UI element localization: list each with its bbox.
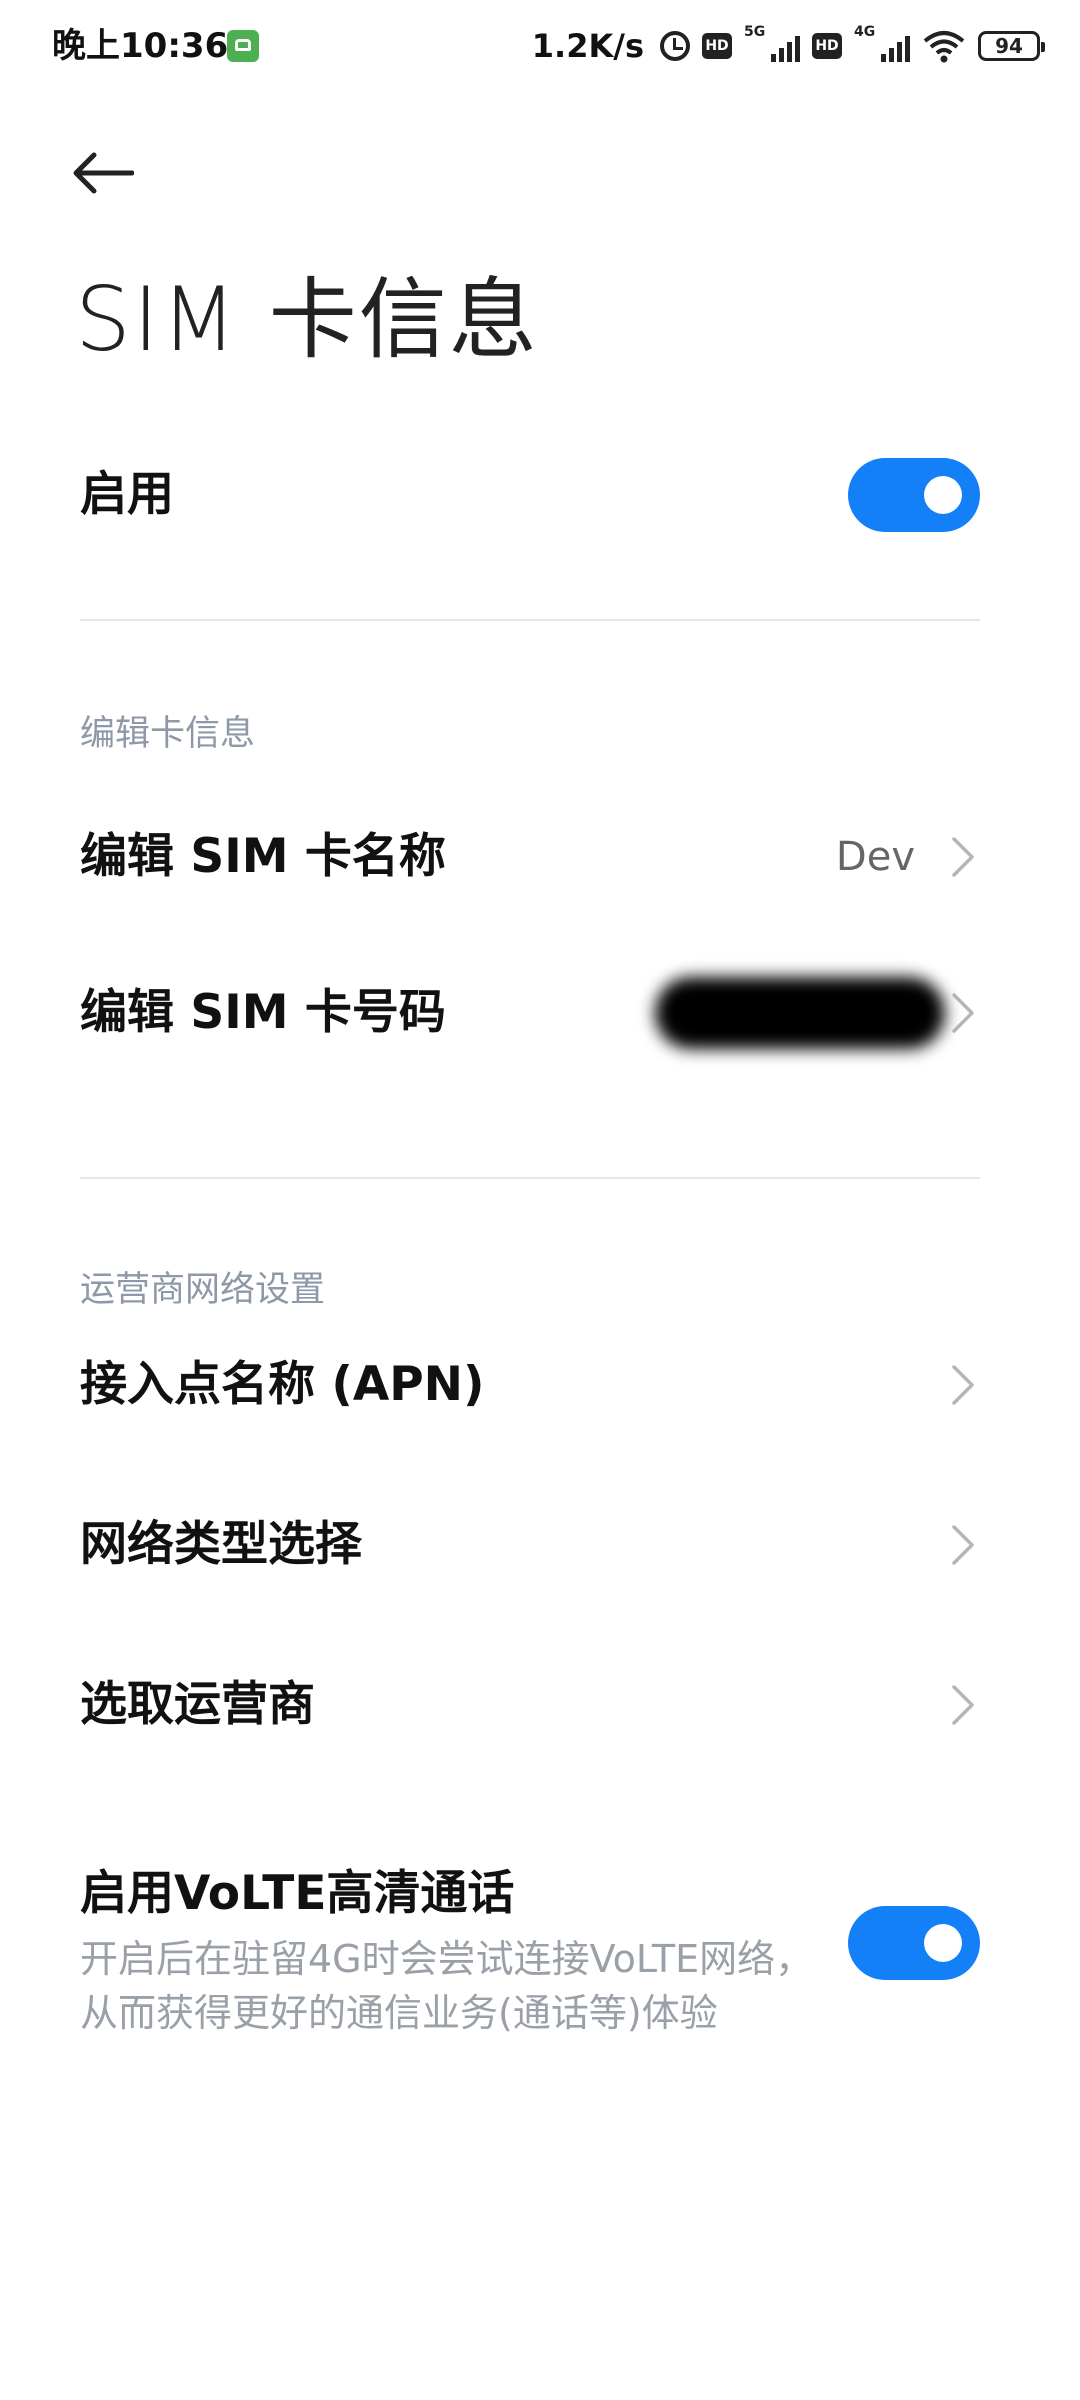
enable-toggle[interactable]: [848, 458, 980, 532]
divider: [80, 619, 980, 621]
signal-icon: 4G: [854, 24, 910, 64]
select-carrier-label: 选取运营商: [80, 1677, 315, 1732]
chevron-right-icon: [950, 1683, 976, 1727]
volte-description: 开启后在驻留4G时会尝试连接VoLTE网络，从而获得更好的通信业务(通话等)体验: [80, 1937, 814, 2035]
battery-icon: 94: [978, 31, 1045, 61]
select-carrier-row[interactable]: 选取运营商: [80, 1670, 980, 1740]
arrow-left-icon: [70, 151, 135, 199]
wifi-icon: [922, 28, 966, 64]
volte-toggle[interactable]: [848, 1906, 980, 1980]
enable-row[interactable]: 启用: [80, 455, 980, 535]
divider: [80, 1177, 980, 1179]
volte-label: 启用VoLTE高清通话: [80, 1866, 515, 1921]
chevron-right-icon: [950, 1363, 976, 1407]
section-header-carrier-network: 运营商网络设置: [80, 1270, 326, 1310]
page-title: SIM 卡信息: [75, 268, 539, 371]
apn-row[interactable]: 接入点名称 (APN): [80, 1350, 980, 1420]
enable-label: 启用: [80, 467, 174, 522]
status-bar: 晚上10:36 1.2K/s HD 5G HD 4G 94: [0, 0, 1080, 92]
chevron-right-icon: [950, 835, 976, 879]
chevron-right-icon: [950, 1523, 976, 1567]
hd-icon: HD: [702, 33, 732, 59]
chevron-right-icon: [950, 991, 976, 1035]
status-time: 晚上10:36: [52, 26, 229, 66]
apn-label: 接入点名称 (APN): [80, 1357, 485, 1412]
edit-sim-number-label: 编辑 SIM 卡号码: [80, 985, 446, 1040]
app-notification-icon: [227, 30, 259, 62]
redacted-phone-number: [655, 977, 945, 1049]
sim-name-value: Dev: [835, 834, 915, 880]
network-speed: 1.2K/s: [531, 27, 644, 65]
sim2-network-label: 4G: [854, 24, 876, 40]
hd-icon: HD: [812, 33, 842, 59]
status-icons: 1.2K/s HD 5G HD 4G 94: [531, 22, 1045, 70]
edit-sim-number-row[interactable]: 编辑 SIM 卡号码: [80, 977, 980, 1049]
section-header-edit-card-info: 编辑卡信息: [80, 714, 256, 754]
network-type-label: 网络类型选择: [80, 1517, 362, 1572]
sim1-network-label: 5G: [744, 24, 766, 40]
signal-icon: 5G: [744, 24, 800, 64]
edit-sim-name-row[interactable]: 编辑 SIM 卡名称 Dev: [80, 822, 980, 892]
alarm-icon: [660, 31, 690, 61]
back-button[interactable]: [70, 140, 160, 210]
edit-sim-name-label: 编辑 SIM 卡名称: [80, 829, 446, 884]
network-type-row[interactable]: 网络类型选择: [80, 1510, 980, 1580]
